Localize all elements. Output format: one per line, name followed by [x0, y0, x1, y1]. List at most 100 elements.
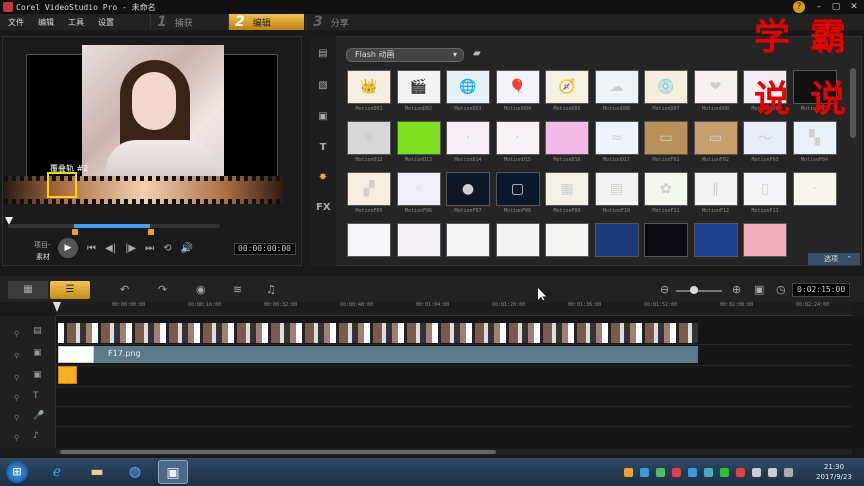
menu-tools[interactable]: 工具: [68, 17, 84, 28]
speaker-icon[interactable]: [768, 468, 777, 477]
library-item[interactable]: ✺: [347, 121, 391, 155]
library-item[interactable]: [545, 223, 589, 257]
library-item[interactable]: [743, 223, 787, 257]
tray-icon[interactable]: [736, 468, 745, 477]
audio-mixer-icon[interactable]: ≋: [233, 283, 242, 296]
library-item[interactable]: ▢: [495, 172, 540, 206]
zoom-in-icon[interactable]: ⊕: [732, 283, 741, 296]
library-category-dropdown[interactable]: Flash 动画 ▾: [346, 48, 464, 62]
music-track-icon[interactable]: ♪: [33, 431, 51, 443]
tray-icon[interactable]: [720, 468, 729, 477]
menu-edit[interactable]: 编辑: [38, 17, 54, 28]
library-item[interactable]: ▤: [594, 172, 639, 206]
fx-icon[interactable]: FX: [316, 202, 331, 214]
tray-icon[interactable]: [640, 468, 649, 477]
keyboard-icon[interactable]: [784, 468, 793, 477]
start-button[interactable]: ⊞: [6, 461, 28, 483]
auto-music-icon[interactable]: ♫: [266, 283, 276, 296]
library-item[interactable]: ▞: [347, 172, 391, 206]
lock-icon[interactable]: ⚲: [14, 434, 19, 442]
video-clip[interactable]: [58, 323, 698, 343]
taskbar-clock[interactable]: 21:30 2017/9/23: [808, 462, 860, 482]
library-item[interactable]: [693, 223, 738, 257]
title-icon[interactable]: ▣: [316, 111, 330, 123]
library-item[interactable]: ·: [446, 121, 490, 155]
zoom-slider-knob[interactable]: [690, 286, 698, 294]
text-icon[interactable]: T: [316, 142, 330, 154]
undo-icon[interactable]: ↶: [120, 283, 129, 296]
library-item[interactable]: ▭: [644, 121, 688, 155]
record-icon[interactable]: ◉: [196, 283, 206, 296]
tray-icon[interactable]: [672, 468, 681, 477]
media-icon[interactable]: ▤: [316, 48, 330, 60]
voice-track-icon[interactable]: 🎤: [33, 411, 51, 423]
help-icon[interactable]: ?: [793, 1, 805, 13]
redo-icon[interactable]: ↷: [158, 283, 167, 296]
storyboard-view-button[interactable]: ▦: [8, 281, 48, 299]
tab-capture[interactable]: 1 捕获: [150, 14, 226, 30]
video-track-icon[interactable]: ▤: [33, 326, 51, 338]
library-item[interactable]: ·: [792, 172, 837, 206]
fit-project-icon[interactable]: ▣: [754, 283, 764, 296]
library-item[interactable]: [495, 223, 540, 257]
zoom-out-icon[interactable]: ⊖: [660, 283, 669, 296]
library-item[interactable]: ·: [495, 121, 540, 155]
library-item[interactable]: ▭: [693, 121, 738, 155]
overlay-track-2-icon[interactable]: ▣: [33, 370, 51, 382]
library-item[interactable]: 🎬: [396, 70, 441, 104]
tray-icon[interactable]: [704, 468, 713, 477]
tray-icon[interactable]: [624, 468, 633, 477]
library-item[interactable]: ◦: [396, 172, 441, 206]
library-item[interactable]: ▯: [743, 172, 787, 206]
overlay-clip[interactable]: [58, 346, 698, 363]
library-item[interactable]: [594, 223, 639, 257]
tray-icon[interactable]: [688, 468, 697, 477]
folder-icon[interactable]: ▰: [473, 48, 485, 59]
tab-edit[interactable]: 2 编辑: [228, 14, 304, 30]
library-item[interactable]: 👑: [347, 70, 391, 104]
library-item[interactable]: ≈: [594, 121, 639, 155]
library-item[interactable]: ✿: [644, 172, 688, 206]
library-item[interactable]: [396, 223, 441, 257]
overlay-selection-box[interactable]: [47, 172, 77, 198]
go-end-icon[interactable]: ⏭: [145, 243, 154, 254]
mode-clip[interactable]: 素材: [36, 252, 50, 262]
lock-icon[interactable]: ⚲: [14, 352, 19, 360]
menu-file[interactable]: 文件: [8, 17, 24, 28]
next-frame-icon[interactable]: |▶: [125, 243, 136, 254]
library-item[interactable]: ♡: [545, 121, 589, 155]
library-item[interactable]: ▚: [792, 121, 837, 155]
mark-out-handle[interactable]: [148, 229, 154, 235]
minimize-button[interactable]: –: [811, 0, 827, 14]
flash-clip[interactable]: [58, 366, 77, 384]
videostudio-taskbar-icon[interactable]: ▣: [158, 460, 188, 484]
lock-icon[interactable]: ⚲: [14, 394, 19, 402]
library-item[interactable]: [644, 223, 688, 257]
tab-share[interactable]: 3 分享: [306, 14, 382, 30]
preview-timecode[interactable]: 00:00:00:00: [234, 243, 296, 255]
library-item[interactable]: ～: [743, 121, 787, 155]
project-duration[interactable]: 0:02:15:00: [792, 283, 850, 297]
library-item[interactable]: ❤: [693, 70, 738, 104]
menu-settings[interactable]: 设置: [98, 17, 114, 28]
volume-icon[interactable]: 🔊: [181, 243, 193, 254]
options-button[interactable]: 选项 ⌃: [808, 253, 860, 265]
library-item[interactable]: [347, 223, 391, 257]
transition-icon[interactable]: ▧: [316, 80, 330, 92]
ie-icon[interactable]: ℯ: [42, 460, 72, 484]
tray-icon[interactable]: [656, 468, 665, 477]
title-track-icon[interactable]: T: [33, 391, 51, 403]
library-item[interactable]: ●: [446, 172, 490, 206]
library-scrollbar[interactable]: [850, 68, 856, 138]
browser-icon[interactable]: ◍: [120, 460, 150, 484]
flash-icon[interactable]: ✸: [316, 172, 330, 184]
library-item[interactable]: ▦: [545, 172, 589, 206]
close-button[interactable]: ✕: [846, 0, 862, 14]
library-item[interactable]: 💿: [644, 70, 688, 104]
lock-icon[interactable]: ⚲: [14, 374, 19, 382]
library-item[interactable]: ☁: [594, 70, 639, 104]
mark-in-handle[interactable]: [72, 229, 78, 235]
mode-project[interactable]: 项目-: [34, 240, 51, 250]
prev-frame-icon[interactable]: ◀|: [105, 243, 116, 254]
overlay-track-icon[interactable]: ▣: [33, 348, 51, 360]
